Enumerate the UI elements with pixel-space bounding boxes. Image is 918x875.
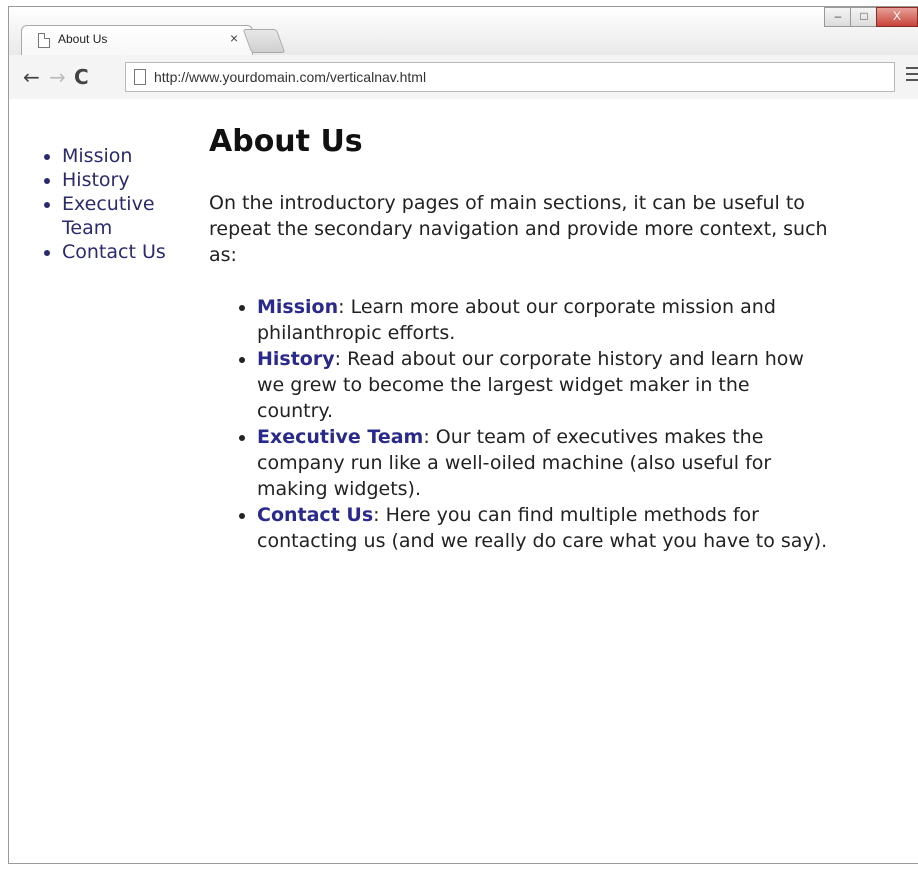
reload-icon[interactable]: C [74,65,89,89]
list-item: Contact Us: Here you can find multiple m… [257,502,829,554]
nav-item-executive-team: Executive Team [62,192,192,240]
term-mission: Mission [257,296,339,318]
term-contact-us: Contact Us [257,504,374,526]
close-tab-icon[interactable]: × [230,30,238,46]
main-content: About Us On the introductory pages of ma… [209,120,829,554]
list-item: Mission: Learn more about our corporate … [257,294,829,346]
nav-link-mission[interactable]: Mission [62,145,132,167]
maximize-button[interactable]: □ [850,7,878,27]
tab-about-us[interactable]: About Us × [21,25,253,57]
intro-paragraph: On the introductory pages of main sectio… [209,192,828,266]
page-title: About Us [209,124,363,159]
vertical-nav: Mission History Executive Team Contact U… [40,144,192,264]
nav-link-executive-team[interactable]: Executive Team [62,193,155,239]
term-executive-team: Executive Team [257,426,424,448]
list-item: History: Read about our corporate histor… [257,346,829,424]
tab-title: About Us [58,32,108,46]
toolbar: ← → C http://www.yourdomain.com/vertical… [9,55,918,100]
menu-icon[interactable] [906,67,918,85]
page-icon [134,69,146,85]
back-arrow-icon[interactable]: ← [23,65,40,89]
section-list: Mission: Learn more about our corporate … [209,294,829,554]
description: : Read about our corporate history and l… [257,348,804,422]
page-icon [38,33,50,48]
list-item: Executive Team: Our team of executives m… [257,424,829,502]
term-history: History [257,348,335,370]
minimize-button[interactable]: – [824,7,852,27]
address-bar[interactable]: http://www.yourdomain.com/verticalnav.ht… [125,62,895,92]
forward-arrow-icon[interactable]: → [49,65,66,89]
nav-link-history[interactable]: History [62,169,130,191]
nav-link-contact-us[interactable]: Contact Us [62,241,166,263]
nav-item-contact-us: Contact Us [62,240,192,264]
nav-item-history: History [62,168,192,192]
close-window-button[interactable]: X [876,7,918,27]
address-text[interactable]: http://www.yourdomain.com/verticalnav.ht… [154,69,426,85]
nav-item-mission: Mission [62,144,192,168]
title-bar: About Us × – □ X [9,7,918,57]
